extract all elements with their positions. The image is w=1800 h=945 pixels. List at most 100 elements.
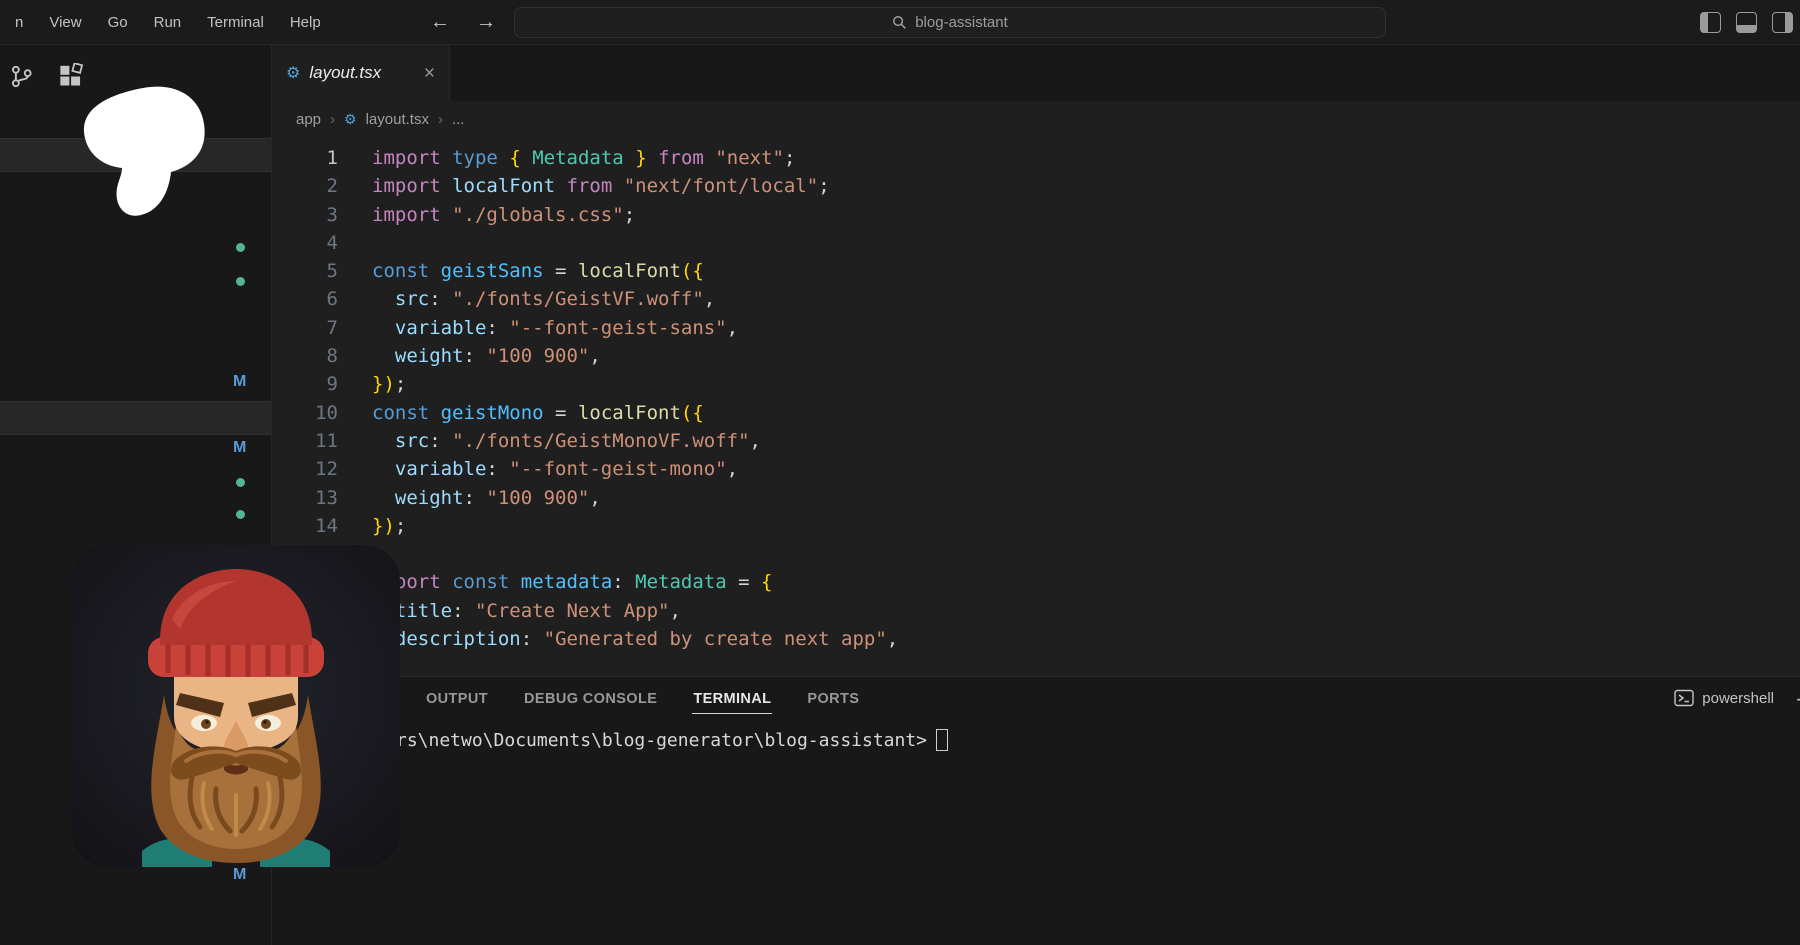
tsx-file-icon: ⚙ [286,63,300,83]
line-text: description: "Generated by create next a… [338,625,898,653]
line-number: 9 [272,370,338,398]
search-icon [892,15,907,30]
line-text: weight: "100 900", [338,484,601,512]
menu-item-go[interactable]: Go [95,14,141,31]
line-number: 2 [272,172,338,200]
line-text: weight: "100 900", [338,342,601,370]
code-line: 3import "./globals.css"; [272,201,1800,229]
git-status-dot [236,478,245,487]
line-text: import type { Metadata } from "next"; [338,144,795,172]
line-number: 12 [272,455,338,483]
panel-tab-terminal[interactable]: TERMINAL [692,685,772,714]
code-line: 5const geistSans = localFont({ [272,257,1800,285]
code-line: 10const geistMono = localFont({ [272,399,1800,427]
menu-item-n[interactable]: n [2,14,36,31]
panel-tab-debug-console[interactable]: DEBUG CONSOLE [523,685,658,713]
line-number: 14 [272,512,338,540]
line-text: }); [338,370,406,398]
code-line: 1import type { Metadata } from "next"; [272,144,1800,172]
line-number: 7 [272,314,338,342]
panel-tab-ports[interactable]: PORTS [806,685,860,713]
code-line: 13 weight: "100 900", [272,484,1800,512]
code-line: 7 variable: "--font-geist-sans", [272,314,1800,342]
white-blob-overlay [80,84,212,224]
line-number: 10 [272,399,338,427]
git-status-dot [236,243,245,252]
line-text: const geistMono = localFont({ [338,399,704,427]
terminal-cursor [936,729,948,751]
code-line: 9}); [272,370,1800,398]
line-number: 5 [272,257,338,285]
breadcrumb: app › ⚙ layout.tsx › ... [272,101,1800,137]
tab-layout-tsx[interactable]: ⚙ layout.tsx × [272,45,450,101]
code-line: 15 [272,540,1800,568]
line-text: import localFont from "next/font/local"; [338,172,830,200]
line-text: variable: "--font-geist-mono", [338,455,738,483]
back-arrow-icon[interactable]: ← [430,11,450,34]
editor-group: ⚙ layout.tsx × app › ⚙ layout.tsx › ... … [272,45,1800,676]
tab-label: layout.tsx [309,63,381,83]
git-modified-badge: M [233,439,246,457]
vscode-window: nViewGoRunTerminalHelp ← → blog-assistan… [0,0,1800,945]
line-text [338,229,372,257]
menu-item-run[interactable]: Run [141,14,195,31]
line-number: 6 [272,285,338,313]
toggle-sidebar-icon[interactable] [1700,12,1721,33]
line-number: 11 [272,427,338,455]
toggle-panel-icon[interactable] [1736,12,1757,33]
panel-tab-output[interactable]: OUTPUT [425,685,489,713]
git-modified-badge: M [233,373,246,391]
line-number: 13 [272,484,338,512]
toggle-secondary-sidebar-icon[interactable] [1772,12,1793,33]
chevron-right-icon: › [330,111,335,128]
code-area[interactable]: 1import type { Metadata } from "next";2i… [272,137,1800,676]
terminal-shell-selector[interactable]: powershell [1674,688,1774,708]
activity-icons [8,63,84,90]
code-line: 11 src: "./fonts/GeistMonoVF.woff", [272,427,1800,455]
nav-arrows: ← → [430,0,496,45]
command-center-search[interactable]: blog-assistant [514,7,1386,38]
code-line: 12 variable: "--font-geist-mono", [272,455,1800,483]
layout-toggle-icons [1700,12,1793,33]
tsx-file-icon: ⚙ [344,111,357,128]
line-text: }); [338,512,406,540]
terminal-prompt-line[interactable]: rs\netwo\Documents\blog-generator\blog-a… [396,729,948,751]
menu-bar: nViewGoRunTerminalHelp [2,0,334,45]
line-text: export const metadata: Metadata = { [338,568,772,596]
breadcrumb-symbol[interactable]: ... [452,111,465,128]
git-modified-badge: M [233,866,246,884]
line-number: 3 [272,201,338,229]
shell-label: powershell [1702,690,1774,707]
menu-item-help[interactable]: Help [277,14,334,31]
forward-arrow-icon[interactable]: → [476,11,496,34]
bottom-panel: OUTPUT DEBUG CONSOLE TERMINAL PORTS powersh… [272,676,1800,945]
code-line: 16export const metadata: Metadata = { [272,568,1800,596]
line-number: 1 [272,144,338,172]
code-line: 14}); [272,512,1800,540]
code-line: 8 weight: "100 900", [272,342,1800,370]
line-text: variable: "--font-geist-sans", [338,314,738,342]
breadcrumb-app[interactable]: app [296,111,321,128]
menu-item-terminal[interactable]: Terminal [194,14,277,31]
line-number: 8 [272,342,338,370]
terminal-prompt-text: rs\netwo\Documents\blog-generator\blog-a… [396,730,927,751]
line-text: import "./globals.css"; [338,201,635,229]
new-terminal-icon[interactable]: + [1796,687,1800,713]
code-line: 17 title: "Create Next App", [272,597,1800,625]
code-line: 4 [272,229,1800,257]
sidebar-list-item[interactable] [0,401,272,435]
search-text: blog-assistant [915,14,1008,31]
panel-tab-bar: OUTPUT DEBUG CONSOLE TERMINAL PORTS [425,677,860,721]
tab-close-icon[interactable]: × [424,64,435,83]
breadcrumb-file[interactable]: layout.tsx [366,111,429,128]
git-status-dot [236,510,245,519]
lumberjack-avatar-image [72,545,400,867]
title-bar: nViewGoRunTerminalHelp ← → blog-assistan… [0,0,1800,45]
line-text: const geistSans = localFont({ [338,257,704,285]
code-line: 2import localFont from "next/font/local"… [272,172,1800,200]
menu-item-view[interactable]: View [36,14,94,31]
source-control-icon[interactable] [8,63,35,90]
chevron-right-icon: › [438,111,443,128]
code-line: 6 src: "./fonts/GeistVF.woff", [272,285,1800,313]
line-number: 4 [272,229,338,257]
